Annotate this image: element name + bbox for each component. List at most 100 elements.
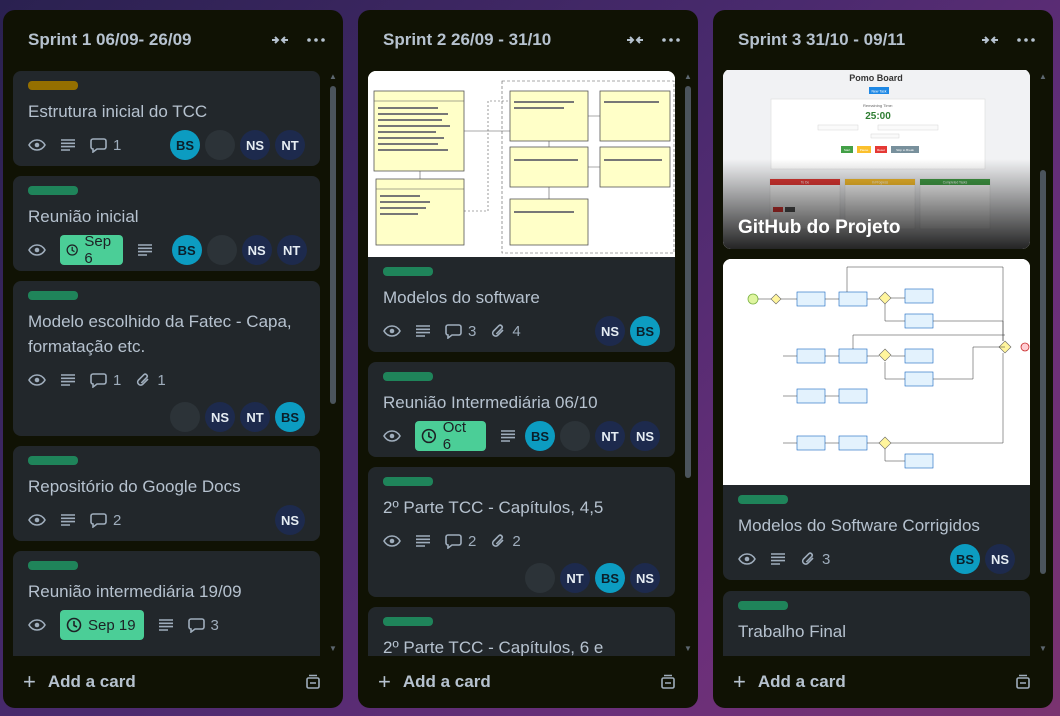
comment-icon [445, 323, 462, 339]
avatar[interactable]: BS [525, 421, 555, 451]
avatar[interactable]: BS [630, 316, 660, 346]
card-label[interactable] [28, 456, 78, 465]
avatar[interactable]: BS [275, 402, 305, 432]
avatar[interactable]: NS [630, 421, 660, 451]
add-card-button[interactable]: + Add a card [23, 669, 301, 695]
card[interactable]: Repositório do Google Docs 2 NS [13, 446, 320, 541]
comments-badge: 2 [90, 512, 121, 529]
add-card-button[interactable]: + Add a card [378, 669, 656, 695]
list-sprint-1: Sprint 1 06/09- 26/09 Estrutura inicial … [3, 10, 343, 708]
card[interactable]: Reunião intermediária 19/09 Sep 19 3 [13, 551, 320, 656]
add-card-button[interactable]: + Add a card [733, 669, 1011, 695]
card-cover-image[interactable]: Pomo Board New Task Remaining Time: 25:0… [723, 70, 1030, 249]
card-label[interactable] [28, 186, 78, 195]
card[interactable]: Trabalho Final [723, 591, 1030, 656]
card-label[interactable] [28, 291, 78, 300]
avatar[interactable]: BS [171, 235, 202, 265]
card-title: Trabalho Final [738, 622, 847, 641]
avatar[interactable]: BS [170, 130, 200, 160]
card-members: BS NS [945, 544, 1015, 574]
avatar[interactable]: BS [595, 563, 625, 593]
avatar[interactable]: NS [241, 235, 272, 265]
avatar[interactable]: NT [276, 235, 307, 265]
card-label[interactable] [738, 495, 788, 504]
svg-text:25:00: 25:00 [865, 111, 891, 122]
scroll-thumb[interactable] [330, 86, 336, 404]
scroll-thumb[interactable] [1040, 170, 1046, 574]
card-members: NS [270, 505, 305, 535]
avatar[interactable]: NS [630, 563, 660, 593]
card-label[interactable] [28, 561, 78, 570]
card[interactable]: Modelo escolhido da Fatec - Capa, format… [13, 281, 320, 436]
card[interactable]: Reunião Intermediária 06/10 Oct 6 BS NT … [368, 362, 675, 457]
avatar[interactable]: NS [985, 544, 1015, 574]
paperclip-icon [137, 373, 149, 386]
attachments-badge: 1 [135, 371, 166, 389]
card[interactable]: Modelos do software 3 4 NS BS [368, 71, 675, 352]
list-scrollbar[interactable]: ▲ ▼ [1039, 72, 1047, 654]
avatar[interactable]: NS [240, 130, 270, 160]
scroll-down-arrow[interactable]: ▼ [684, 644, 692, 654]
collapse-arrows-icon[interactable] [620, 25, 650, 55]
avatar[interactable]: NS [275, 505, 305, 535]
more-dots-icon[interactable] [1011, 25, 1041, 55]
collapse-arrows-icon[interactable] [265, 25, 295, 55]
svg-text:Start: Start [844, 148, 851, 152]
avatar[interactable] [206, 235, 237, 265]
avatar[interactable]: NS [595, 316, 625, 346]
card-label[interactable] [738, 601, 788, 610]
avatar[interactable] [205, 130, 235, 160]
due-date-badge[interactable]: Sep 19 [60, 610, 144, 640]
card-label[interactable] [383, 617, 433, 626]
avatar[interactable]: NT [240, 402, 270, 432]
avatar[interactable]: NT [595, 421, 625, 451]
card-label[interactable] [383, 372, 433, 381]
card-template-icon[interactable] [1011, 670, 1035, 694]
avatar[interactable]: NT [275, 130, 305, 160]
card-cover-image[interactable] [723, 259, 1030, 485]
more-dots-icon[interactable] [656, 25, 686, 55]
avatar[interactable] [560, 421, 590, 451]
card-label[interactable] [383, 477, 433, 486]
avatar[interactable]: BS [950, 544, 980, 574]
card-template-icon[interactable] [301, 670, 325, 694]
attachments-badge: 3 [800, 551, 830, 568]
attachments-badge: 2 [490, 533, 521, 550]
card-label[interactable] [28, 81, 78, 90]
list-title[interactable]: Sprint 1 06/09- 26/09 [28, 30, 259, 50]
more-dots-icon[interactable] [301, 25, 331, 55]
attachment-count: 1 [157, 371, 166, 389]
description-icon [415, 535, 431, 547]
card-cover-image[interactable] [368, 71, 675, 257]
card[interactable]: Estrutura inicial do TCC 1 BS NS NT [13, 71, 320, 166]
scroll-thumb[interactable] [685, 86, 691, 478]
list-title[interactable]: Sprint 2 26/09 - 31/10 [383, 30, 614, 50]
card[interactable]: 2º Parte TCC - Capítulos, 4,5 2 2 NT BS … [368, 467, 675, 597]
scroll-up-arrow[interactable]: ▲ [329, 72, 337, 82]
avatar[interactable] [525, 563, 555, 593]
comments-badge: 3 [445, 323, 476, 340]
scroll-up-arrow[interactable]: ▲ [1039, 72, 1047, 82]
card-members: NS NT BS [28, 397, 305, 436]
card[interactable]: Reunião inicial Sep 6 BS NS NT [13, 176, 320, 271]
card-template-icon[interactable] [656, 670, 680, 694]
list-title[interactable]: Sprint 3 31/10 - 09/11 [738, 30, 969, 50]
list-header: Sprint 3 31/10 - 09/11 [713, 10, 1053, 70]
list-scrollbar[interactable]: ▲ ▼ [329, 72, 337, 654]
card[interactable]: 2º Parte TCC - Capítulos, 6 e [368, 607, 675, 656]
scroll-up-arrow[interactable]: ▲ [684, 72, 692, 82]
due-date-badge[interactable]: Sep 6 [60, 233, 123, 267]
avatar[interactable]: NS [205, 402, 235, 432]
card-label[interactable] [383, 267, 433, 276]
avatar[interactable] [170, 402, 200, 432]
card[interactable]: Pomo Board New Task Remaining Time: 25:0… [723, 70, 1030, 249]
scroll-down-arrow[interactable]: ▼ [1039, 644, 1047, 654]
collapse-arrows-icon[interactable] [975, 25, 1005, 55]
card[interactable]: Modelos do Software Corrigidos 3 BS NS [723, 259, 1030, 580]
add-card-label: Add a card [757, 672, 846, 691]
list-scrollbar[interactable]: ▲ ▼ [684, 72, 692, 654]
svg-text:Remaining Time:: Remaining Time: [863, 103, 893, 108]
scroll-down-arrow[interactable]: ▼ [329, 644, 337, 654]
avatar[interactable]: NT [560, 563, 590, 593]
due-date-badge[interactable]: Oct 6 [415, 419, 486, 453]
